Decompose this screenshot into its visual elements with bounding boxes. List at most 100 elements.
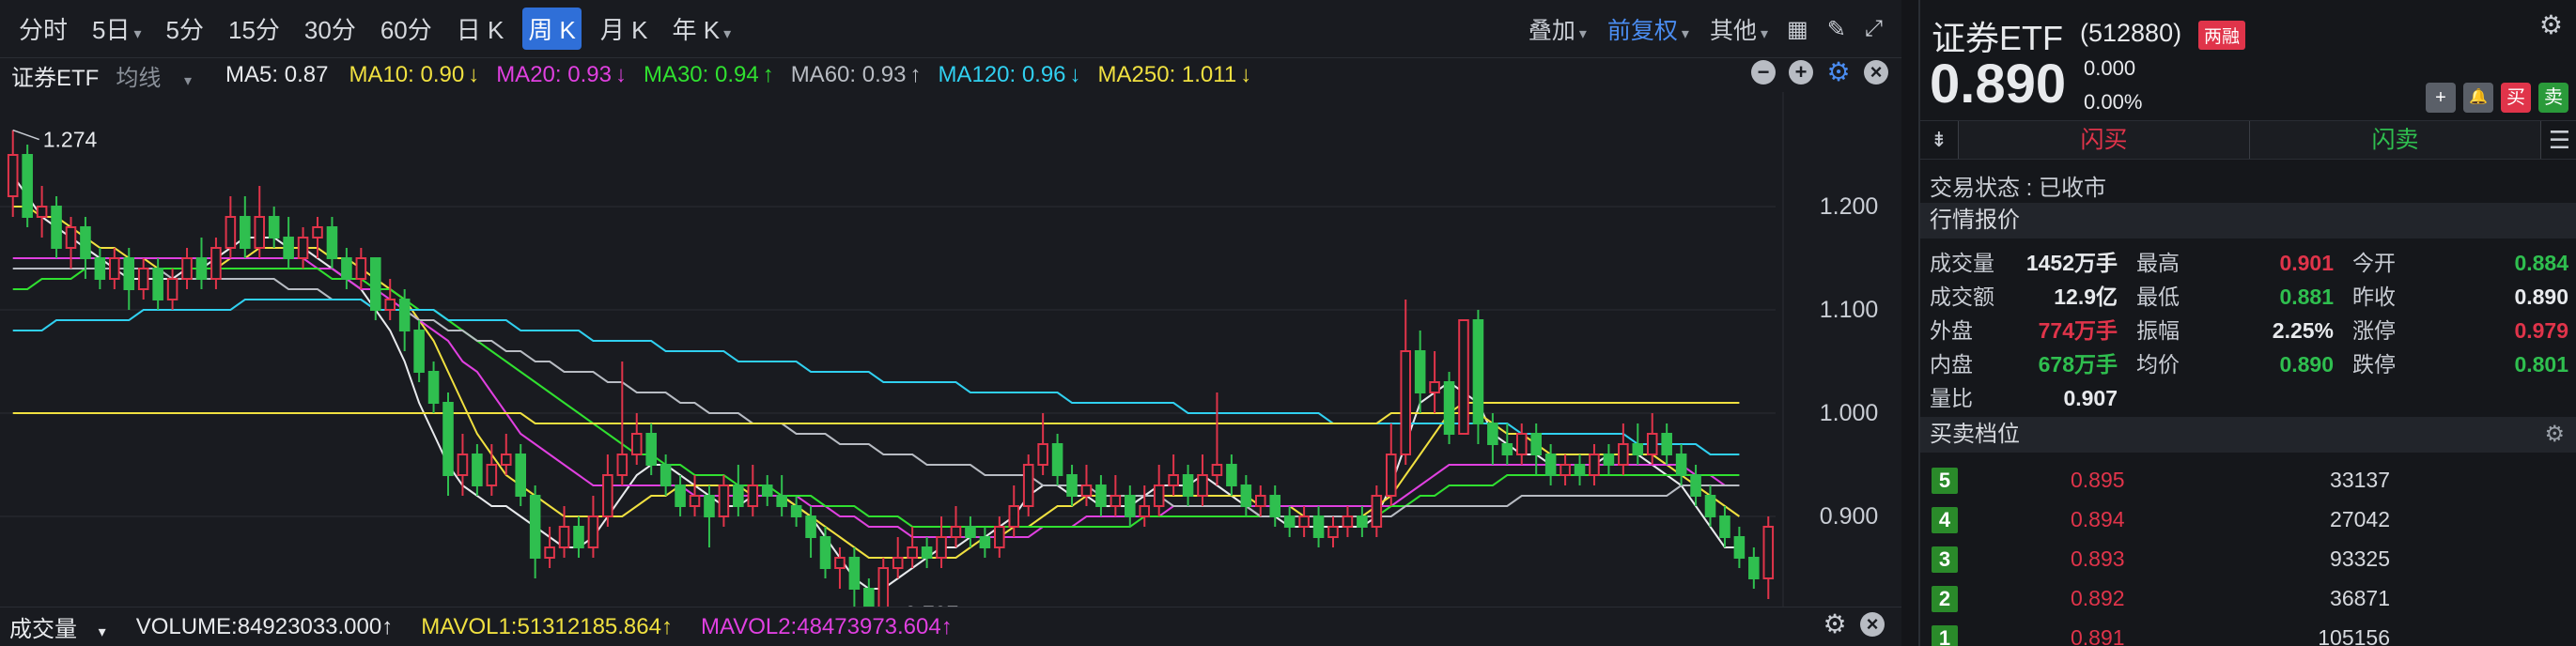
adjust-menu[interactable]: 前复权 ▾	[1607, 12, 1689, 46]
collapse-icon[interactable]: ⇟	[1920, 121, 1958, 159]
candle-body	[645, 433, 657, 466]
ma-mode-selector[interactable]: 均线 ▾	[116, 59, 209, 92]
ma-legend: 证券ETF 均线 ▾ MA5: 0.87 MA10: 0.90 ↓ MA20: 0.9…	[0, 58, 1901, 92]
buy-button[interactable]: 买	[2501, 83, 2531, 113]
period-tab[interactable]: 周 K	[522, 8, 582, 50]
y-tick-label: 1.000	[1820, 400, 1879, 426]
max-pointer	[12, 129, 39, 141]
candle-body	[1661, 433, 1672, 455]
candle-body	[1254, 495, 1266, 507]
period-tab[interactable]: 月 K	[595, 8, 654, 50]
quote-settings-icon[interactable]: ⚙	[2539, 9, 2563, 40]
add-watchlist-button[interactable]: +	[2426, 83, 2456, 113]
margin-badge: 两融	[2198, 21, 2246, 50]
candle-body	[761, 484, 773, 497]
zoom-out-icon[interactable]: −	[1751, 60, 1776, 85]
candle-body	[877, 567, 890, 607]
grid-layout-icon[interactable]: ▦	[1787, 16, 1808, 43]
ma-legend-text: MA60: 0.93	[790, 62, 907, 87]
quote-value: 0.890	[2514, 285, 2568, 309]
candle-body	[747, 484, 759, 507]
volume-close-icon[interactable]: ×	[1860, 612, 1885, 637]
candle-body	[181, 257, 193, 280]
book-volume: 105156	[2318, 625, 2390, 646]
candle-body	[1560, 464, 1571, 476]
candle-body	[587, 515, 599, 548]
settings-gear-icon[interactable]: ⚙	[1826, 59, 1851, 85]
period-tab[interactable]: 5日 ▾	[86, 8, 147, 50]
quote-label: 昨收	[2352, 285, 2396, 309]
period-tab[interactable]: 分时	[13, 8, 73, 50]
chevron-down-icon: ▾	[1578, 26, 1587, 42]
candle-body	[1283, 515, 1296, 528]
book-row[interactable]: 2 0.892 36871	[1920, 578, 2576, 618]
quote-row: 内盘 678万手 均价 0.890 跌停 0.801	[1920, 347, 2576, 381]
candle-body	[819, 536, 831, 569]
candle-body	[341, 257, 352, 280]
book-row[interactable]: 4 0.894 27042	[1920, 500, 2576, 539]
candle-body	[457, 454, 469, 476]
menu-icon[interactable]: ☰	[2540, 121, 2576, 159]
period-tab[interactable]: 年 K ▾	[666, 8, 737, 50]
ma-legend-text: MA10: 0.90	[349, 62, 465, 87]
price-change-pct: 0.00%	[2084, 90, 2143, 114]
candle-body	[195, 257, 208, 280]
book-row[interactable]: 3 0.893 93325	[1920, 539, 2576, 578]
period-label: 15分	[227, 16, 280, 44]
candle-body	[704, 495, 715, 517]
volume-title[interactable]: 成交量 ▾	[9, 610, 121, 643]
candle-body	[1515, 433, 1528, 455]
kline-chart[interactable]: 1.2001.1001.0000.9001.2740.797	[0, 92, 1901, 607]
candle-body	[1269, 495, 1281, 517]
quote-value: 0.801	[2514, 352, 2568, 377]
candle-body	[965, 526, 976, 538]
period-tab[interactable]: 日 K	[451, 8, 510, 50]
book-level-badge: 2	[1932, 586, 1958, 612]
candle-body	[1095, 484, 1107, 507]
book-settings-icon[interactable]: ⚙	[2544, 417, 2565, 453]
period-tab[interactable]: 60分	[375, 8, 438, 50]
close-icon[interactable]: ×	[1864, 60, 1888, 85]
candle-body	[297, 237, 309, 259]
period-tab[interactable]: 5分	[161, 8, 209, 50]
ma-legend-item: MA30: 0.94 ↑	[644, 62, 774, 88]
period-tab[interactable]: 15分	[223, 8, 286, 50]
book-row[interactable]: 5 0.895 33137	[1920, 460, 2576, 500]
sell-button[interactable]: 卖	[2538, 83, 2568, 113]
last-price: 0.890	[1930, 54, 2067, 115]
candle-body	[1182, 474, 1194, 497]
candle-body	[413, 330, 425, 373]
fullscreen-icon[interactable]: ⤢	[1865, 16, 1883, 42]
candle-body	[442, 402, 454, 476]
candle-body	[1037, 443, 1048, 466]
candle-body	[123, 257, 135, 290]
volume-controls: ⚙ ×	[1809, 611, 1885, 638]
quote-value: 0.881	[2279, 285, 2334, 309]
flash-sell-button[interactable]: 闪卖	[2249, 121, 2540, 159]
period-label: 日 K	[456, 16, 504, 44]
candle-body	[472, 454, 483, 486]
period-tab[interactable]: 30分	[299, 8, 362, 50]
candle-body	[268, 216, 280, 238]
candle-body	[500, 454, 512, 466]
zoom-in-icon[interactable]: +	[1789, 60, 1813, 85]
candle-body	[602, 474, 613, 517]
alert-bell-icon[interactable]: 🔔	[2463, 83, 2493, 113]
ma-legend-item: MA60: 0.93 ↑	[791, 62, 922, 88]
order-book: 5 0.895 33137 4 0.894 27042 3 0.893 93325 2 0.892 3…	[1920, 460, 2576, 646]
candle-body	[225, 216, 237, 249]
overlay-menu[interactable]: 叠加 ▾	[1529, 12, 1587, 46]
candle-body	[1719, 515, 1730, 538]
ma-mode-label: 均线	[116, 65, 162, 91]
flash-buy-button[interactable]: 闪买	[1958, 121, 2249, 159]
quote-row: 成交额 12.9亿 最低 0.881 昨收 0.890	[1920, 280, 2576, 314]
volume-settings-icon[interactable]: ⚙	[1823, 611, 1847, 638]
ma-legend-item: MA10: 0.90 ↓	[349, 62, 479, 88]
candle-body	[152, 268, 163, 300]
draw-pen-icon[interactable]: ✎	[1827, 16, 1846, 43]
candle-body	[80, 226, 91, 259]
book-row[interactable]: 1 0.891 105156	[1920, 618, 2576, 646]
chevron-down-icon: ▾	[133, 26, 142, 42]
other-menu[interactable]: 其他 ▾	[1710, 12, 1768, 46]
candle-body	[529, 495, 541, 559]
